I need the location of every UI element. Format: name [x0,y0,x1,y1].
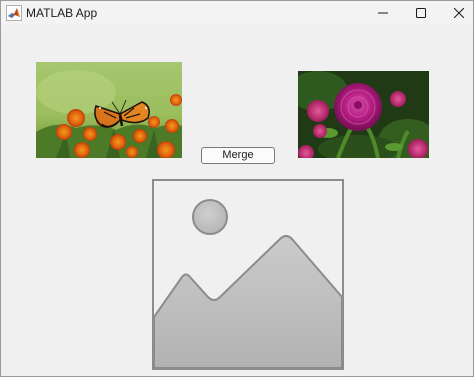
close-button[interactable] [437,1,473,25]
minimize-icon [378,12,388,14]
app-canvas: Merge [1,25,473,376]
butterfly-image [36,62,182,158]
maximize-icon [416,8,426,18]
image-placeholder-icon [152,179,344,370]
result-image-placeholder [152,179,344,370]
matlab-logo-icon [6,5,22,21]
app-window: MATLAB App Merge [0,0,474,377]
close-icon [454,8,464,18]
zinnia-flower-image [298,71,429,158]
merge-button[interactable]: Merge [201,147,275,164]
window-title: MATLAB App [26,6,98,20]
title-bar[interactable]: MATLAB App [1,1,473,25]
